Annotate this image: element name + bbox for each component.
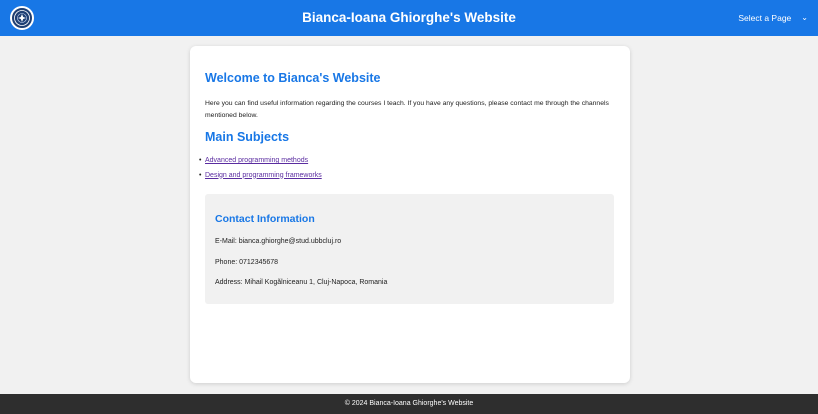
intro-paragraph: Here you can find useful information reg… [205,100,609,119]
contact-heading: Contact Information [215,213,315,225]
page-select-dropdown[interactable]: Select a Page ⌄ [738,9,808,27]
subject-list: • Advanced programming methods • Design an… [199,154,322,183]
contact-box: Contact Information E-Mail: bianca.ghior… [205,194,614,304]
top-navbar: Bianca-Ioana Ghiorghe's Website Select a… [0,0,818,36]
list-item: • Advanced programming methods [199,154,322,169]
footer-text: © 2024 Bianca-Ioana Ghiorghe's Website [344,400,474,407]
site-title: Bianca-Ioana Ghiorghe's Website [302,10,516,25]
subjects-heading: Main Subjects [205,130,290,144]
contact-address: Address: Mihail Kogălniceanu 1, Cluj-Nap… [215,279,388,286]
page-select-label: Select a Page [738,13,792,23]
content-card: Welcome to Bianca's Website Here you can… [190,46,630,383]
contact-phone: Phone: 0712345678 [215,259,279,266]
welcome-heading: Welcome to Bianca's Website [205,71,381,85]
subject-link-advanced-programming[interactable]: Advanced programming methods [205,157,308,164]
chevron-down-icon: ⌄ [801,13,808,22]
list-item: • Design and programming frameworks [199,169,322,184]
contact-email: E-Mail: bianca.ghiorghe@stud.ubbcluj.ro [215,238,342,245]
page-footer: © 2024 Bianca-Ioana Ghiorghe's Website [0,394,818,414]
subject-link-design-frameworks[interactable]: Design and programming frameworks [205,172,322,179]
